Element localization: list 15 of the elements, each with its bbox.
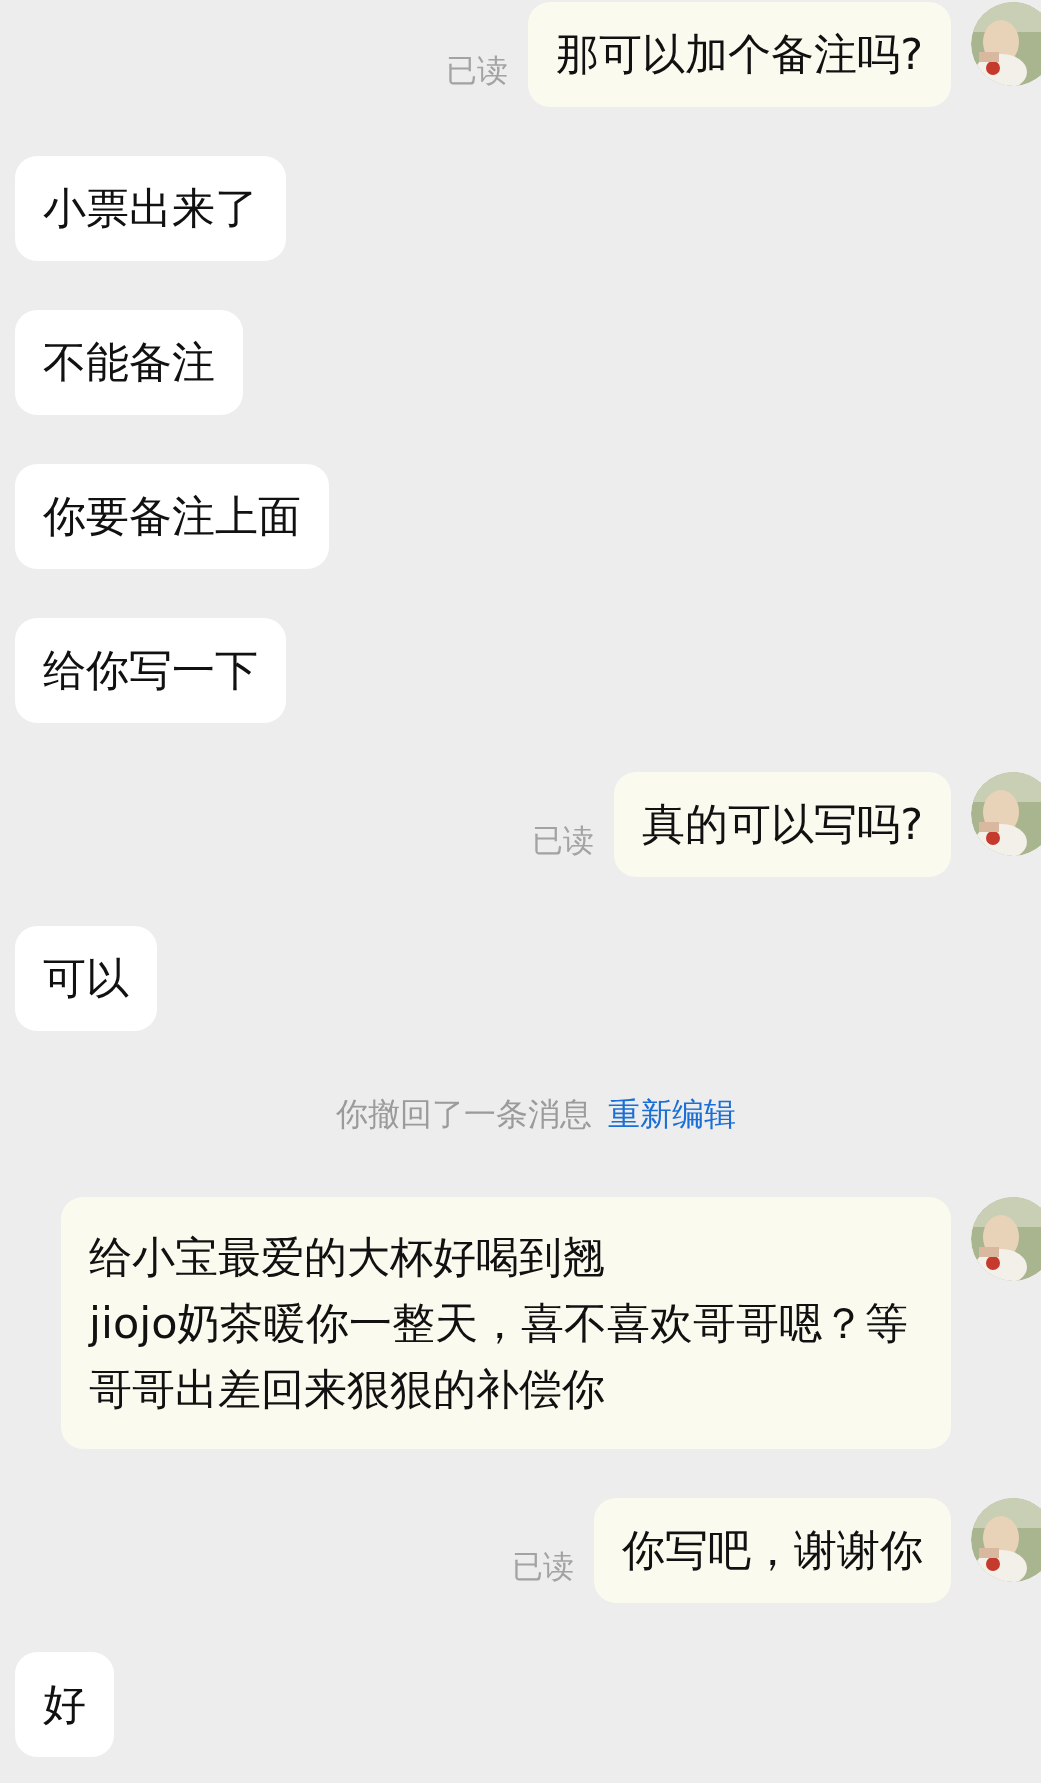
message-bubble: 不能备注 (15, 310, 243, 415)
message-bubble: 可以 (15, 926, 157, 1031)
message-bubble: 真的可以写吗? (614, 772, 951, 877)
message-bubble: 你写吧，谢谢你 (594, 1498, 951, 1603)
read-status: 已读 (512, 1546, 574, 1586)
message-bubble: 给小宝最爱的大杯好喝到翘 jiojo奶茶暖你一整天，喜不喜欢哥哥嗯？等哥哥出差回来狠狠的补偿你 (61, 1197, 951, 1449)
message-bubble: 那可以加个备注吗? (528, 2, 951, 107)
message-bubble: 给你写一下 (15, 618, 286, 723)
read-status: 已读 (446, 50, 509, 90)
read-status: 已读 (532, 820, 595, 860)
message-bubble: 你要备注上面 (15, 464, 329, 569)
message-bubble: 小票出来了 (15, 156, 286, 261)
recall-notice: 你撤回了一条消息 (335, 1094, 592, 1135)
re-edit-link[interactable]: 重新编辑 (607, 1090, 736, 1138)
message-bubble: 好 (15, 1652, 114, 1757)
